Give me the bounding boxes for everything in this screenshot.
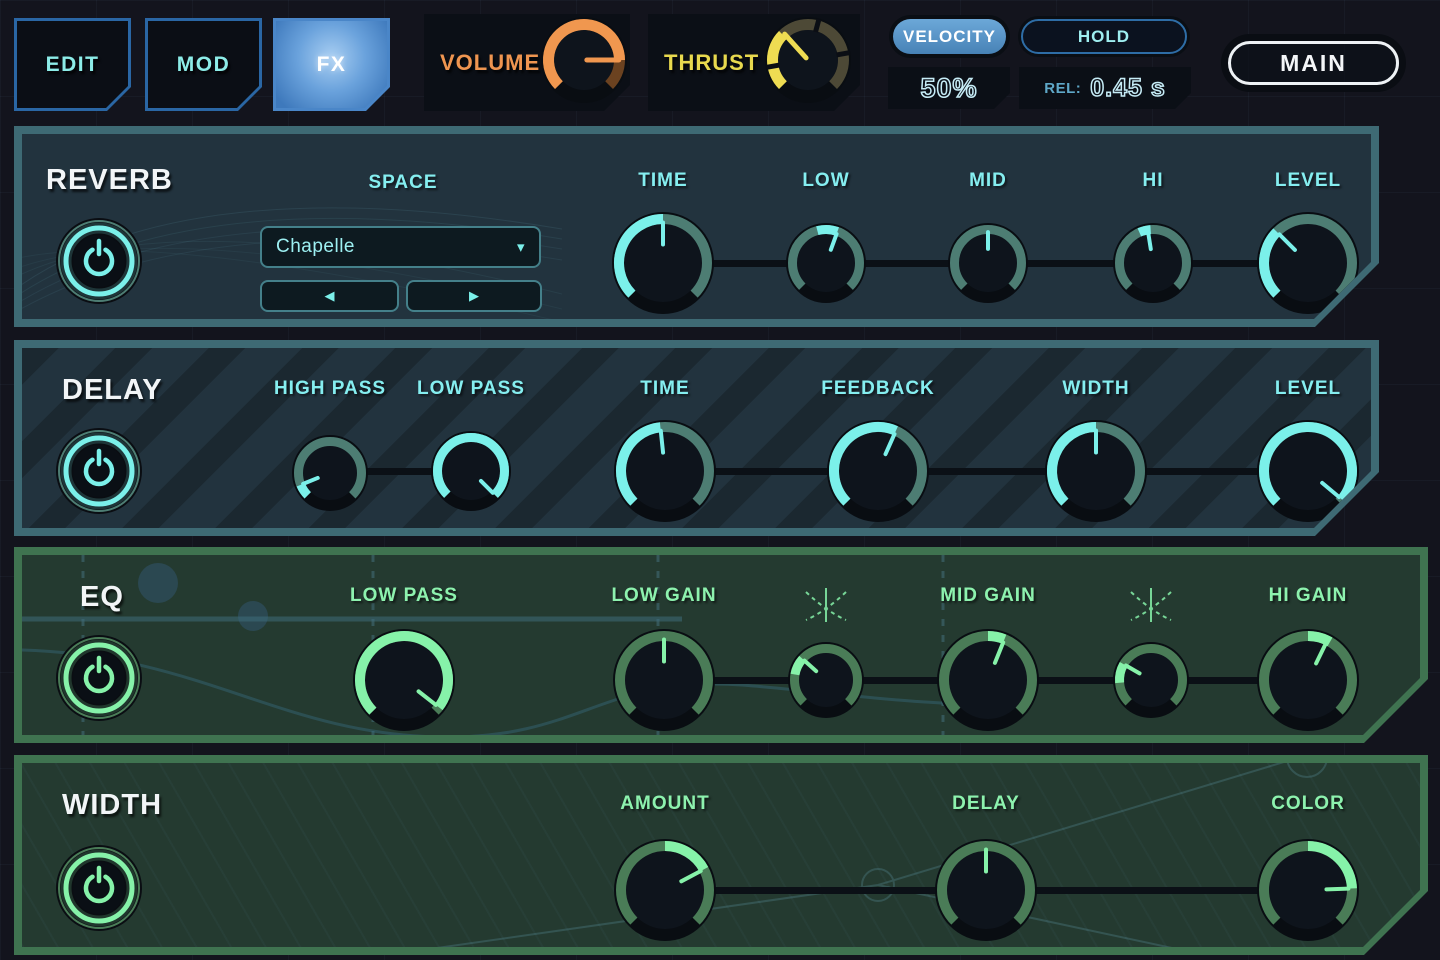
width-delay-knob[interactable]: [934, 838, 1038, 942]
tab-fx-label: FX: [317, 53, 347, 77]
delay-time-label: TIME: [585, 378, 745, 400]
reverb-low-label: LOW: [746, 170, 906, 192]
reverb-hi-knob[interactable]: [1112, 222, 1194, 304]
volume-label: VOLUME: [440, 50, 540, 76]
crossover-icon: [803, 587, 849, 625]
tab-edit-label: EDIT: [46, 53, 100, 77]
main-button[interactable]: MAIN: [1228, 41, 1399, 85]
delay-feedback-label: FEEDBACK: [798, 378, 958, 400]
delay-level-label: LEVEL: [1228, 378, 1371, 400]
delay-highpass-knob[interactable]: [291, 434, 369, 512]
width-color-label: COLOR: [1228, 793, 1388, 815]
reverb-hi-label: HI: [1073, 170, 1233, 192]
width-panel: WIDTH AMOUNT DELAY COLOR: [14, 755, 1428, 955]
width-power-button[interactable]: [55, 844, 143, 932]
reverb-space-next-button[interactable]: ▶: [406, 280, 542, 312]
tab-edit[interactable]: EDIT: [14, 18, 131, 111]
reverb-low-knob[interactable]: [785, 222, 867, 304]
delay-power-button[interactable]: [55, 427, 143, 515]
volume-module: VOLUME: [424, 14, 630, 111]
velocity-button[interactable]: VELOCITY: [893, 19, 1006, 54]
eq-lowpass-knob[interactable]: [352, 628, 456, 732]
reverb-level-knob[interactable]: [1256, 211, 1360, 315]
eq-higain-knob[interactable]: [1256, 628, 1360, 732]
eq-curve-decoration: [22, 555, 1022, 735]
arrow-left-icon: ◀: [325, 288, 335, 304]
width-title: WIDTH: [62, 789, 162, 822]
tab-fx[interactable]: FX: [273, 18, 390, 111]
volume-knob[interactable]: [540, 16, 628, 109]
delay-highpass-label: HIGH PASS: [250, 378, 410, 400]
release-value-field[interactable]: REL: 0.45 s: [1019, 67, 1191, 109]
arrow-right-icon: ▶: [469, 288, 479, 304]
reverb-space-value: Chapelle: [276, 236, 355, 258]
crossover-icon: [1128, 587, 1174, 625]
width-amount-knob[interactable]: [613, 838, 717, 942]
eq-panel: EQ LOW PASS LOW GAIN MID GAIN HI GAIN: [14, 547, 1428, 743]
delay-level-knob[interactable]: [1256, 419, 1360, 523]
eq-midgain-knob[interactable]: [936, 628, 1040, 732]
reverb-panel: REVERB SPACE Chapelle ▾ ◀ ▶ TIME LOW MID…: [14, 126, 1379, 327]
delay-width-label: WIDTH: [1016, 378, 1176, 400]
reverb-time-knob[interactable]: [611, 211, 715, 315]
delay-lowpass-knob[interactable]: [430, 430, 512, 512]
reverb-mid-label: MID: [908, 170, 1068, 192]
thrust-label: THRUST: [664, 50, 759, 76]
delay-feedback-knob[interactable]: [826, 419, 930, 523]
delay-time-knob[interactable]: [613, 419, 717, 523]
reverb-space-label: SPACE: [323, 172, 483, 194]
reverb-time-label: TIME: [583, 170, 743, 192]
width-amount-label: AMOUNT: [585, 793, 745, 815]
reverb-power-button[interactable]: [55, 217, 143, 305]
eq-midgain-label: MID GAIN: [908, 585, 1068, 607]
eq-power-button[interactable]: [55, 634, 143, 722]
delay-panel: DELAY HIGH PASS LOW PASS TIME FEEDBACK W…: [14, 340, 1379, 536]
eq-title: EQ: [80, 581, 124, 614]
reverb-space-prev-button[interactable]: ◀: [260, 280, 399, 312]
eq-lowpass-label: LOW PASS: [324, 585, 484, 607]
width-color-knob[interactable]: [1256, 838, 1360, 942]
hold-button-label: HOLD: [1078, 27, 1130, 47]
eq-low-xover-knob[interactable]: [787, 641, 865, 719]
thrust-module: THRUST: [648, 14, 860, 111]
delay-title: DELAY: [62, 374, 163, 407]
tab-mod-label: MOD: [177, 53, 231, 77]
tab-mod[interactable]: MOD: [145, 18, 262, 111]
reverb-title: REVERB: [46, 164, 173, 197]
velocity-value-field[interactable]: 50%: [888, 67, 1010, 109]
delay-width-knob[interactable]: [1044, 419, 1148, 523]
chevron-down-icon: ▾: [517, 238, 525, 256]
delay-lowpass-label: LOW PASS: [391, 378, 551, 400]
release-value: 0.45 s: [1090, 74, 1166, 103]
width-constellation-decoration: [22, 763, 1420, 947]
width-delay-label: DELAY: [906, 793, 1066, 815]
release-label: REL:: [1044, 80, 1081, 97]
eq-high-xover-knob[interactable]: [1112, 641, 1190, 719]
main-button-label: MAIN: [1280, 50, 1347, 77]
thrust-knob[interactable]: [764, 16, 852, 109]
reverb-level-label: LEVEL: [1228, 170, 1371, 192]
eq-lowgain-knob[interactable]: [612, 628, 716, 732]
reverb-mid-knob[interactable]: [947, 222, 1029, 304]
eq-lowgain-label: LOW GAIN: [584, 585, 744, 607]
velocity-button-label: VELOCITY: [903, 27, 996, 47]
velocity-value: 50%: [920, 73, 977, 104]
reverb-space-select[interactable]: Chapelle ▾: [260, 226, 541, 268]
eq-higain-label: HI GAIN: [1228, 585, 1388, 607]
hold-button[interactable]: HOLD: [1021, 19, 1187, 54]
